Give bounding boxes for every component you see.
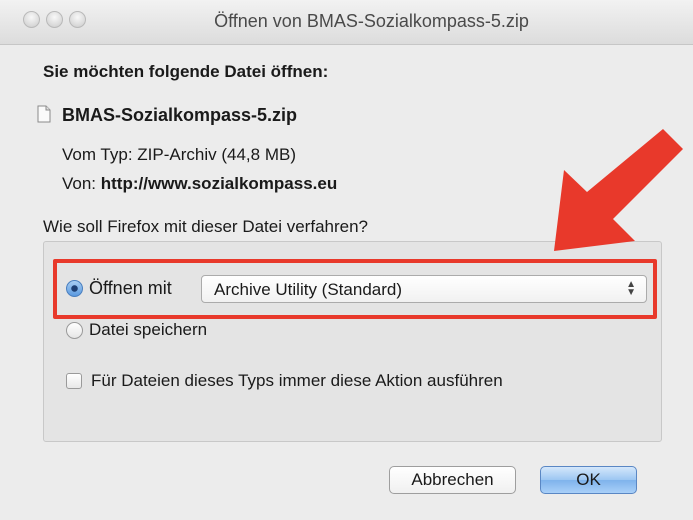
source-url: http://www.sozialkompass.eu xyxy=(100,174,338,193)
dialog-prompt: Sie möchten folgende Datei öffnen: xyxy=(43,62,329,81)
action-question: Wie soll Firefox mit dieser Datei verfah… xyxy=(43,217,369,236)
file-icon xyxy=(37,105,51,123)
annotation-arrow-icon xyxy=(554,129,683,251)
always-do-this-label[interactable]: Für Dateien dieses Typs immer diese Akti… xyxy=(91,371,503,391)
always-do-this-checkbox[interactable] xyxy=(66,373,82,389)
ok-button[interactable]: OK xyxy=(540,466,637,494)
file-source-line: Von: http://www.sozialkompass.eu xyxy=(62,174,337,194)
cancel-button[interactable]: Abbrechen xyxy=(389,466,516,494)
save-file-radio[interactable] xyxy=(66,322,83,339)
source-label: Von: xyxy=(62,174,101,193)
window-title: Öffnen von BMAS-Sozialkompass-5.zip xyxy=(214,11,529,31)
file-name: BMAS-Sozialkompass-5.zip xyxy=(62,105,298,125)
save-file-label[interactable]: Datei speichern xyxy=(89,320,207,340)
file-type-line: Vom Typ: ZIP-Archiv (44,8 MB) xyxy=(62,145,296,164)
title-bar[interactable]: Öffnen von BMAS-Sozialkompass-5.zip xyxy=(0,0,693,45)
download-dialog-window: Öffnen von BMAS-Sozialkompass-5.zip Sie … xyxy=(0,0,693,520)
